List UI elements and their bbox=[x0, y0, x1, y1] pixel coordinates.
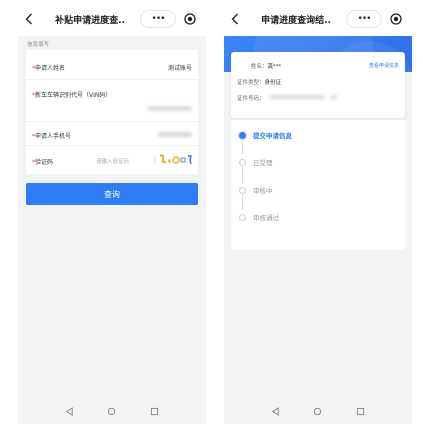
id-number-key: 证件号码： bbox=[237, 96, 265, 102]
right-phone-screen: 申请进度查询结.. ••• 姓名：龚*** 查看申请信息 证件类型：身份证 证件… bbox=[224, 2, 412, 424]
nav-back-icon[interactable] bbox=[271, 406, 280, 416]
nav-recents-icon[interactable] bbox=[356, 407, 365, 416]
id-type-key: 证件类型： bbox=[237, 80, 265, 86]
close-target-icon[interactable] bbox=[386, 9, 406, 29]
progress-timeline: 提交申请信息 已受理 审核中 审核通过 bbox=[231, 120, 405, 250]
step-label: 审核通过 bbox=[253, 214, 279, 222]
nav-recents-icon[interactable] bbox=[150, 407, 159, 416]
nav-home-icon[interactable] bbox=[313, 407, 322, 416]
id-number-row: 证件号码： bbox=[237, 94, 265, 102]
step-accepted: 已受理 bbox=[239, 157, 273, 167]
page-title: 申请进度查询结.. bbox=[261, 15, 331, 26]
timeline-connector bbox=[242, 165, 243, 183]
id-type-value: 身份证 bbox=[264, 80, 282, 86]
step-approved: 审核通过 bbox=[239, 212, 279, 222]
captcha-input[interactable]: 请输入验证码 bbox=[96, 157, 129, 165]
applicant-name-value: 测试账号 bbox=[167, 65, 192, 72]
id-number-masked-tail bbox=[331, 95, 337, 99]
more-menu-button[interactable]: ••• bbox=[140, 10, 176, 28]
step-dot bbox=[239, 131, 246, 139]
android-nav-bar bbox=[18, 398, 206, 424]
vin-row[interactable]: *新车车辆识别代号（VIN码） bbox=[26, 80, 198, 122]
applicant-name-label: 申请人姓名 bbox=[35, 65, 66, 72]
step-dot bbox=[239, 213, 246, 221]
captcha-glyphs-icon bbox=[154, 154, 192, 165]
vin-label: 新车车辆识别代号（VIN码） bbox=[35, 92, 112, 99]
name-row: 姓名：龚*** bbox=[251, 62, 281, 70]
phone-value-masked bbox=[158, 132, 192, 137]
view-application-link[interactable]: 查看申请信息 bbox=[369, 62, 399, 69]
application-form: *申请人姓名 测试账号 *新车车辆识别代号（VIN码） *申请人手机号 *验证码… bbox=[26, 50, 198, 174]
vin-value-masked bbox=[148, 106, 192, 111]
step-label: 提交申请信息 bbox=[253, 132, 292, 140]
captcha-label: 验证码 bbox=[35, 159, 54, 166]
timeline-connector bbox=[242, 193, 243, 210]
step-submitted: 提交申请信息 bbox=[239, 130, 292, 140]
query-button[interactable]: 查询 bbox=[26, 183, 198, 205]
back-arrow-icon[interactable] bbox=[18, 2, 40, 36]
left-header: 补贴申请进度查.. ••• bbox=[18, 2, 206, 36]
back-arrow-icon[interactable] bbox=[224, 2, 246, 36]
more-menu-button[interactable]: ••• bbox=[346, 10, 382, 28]
name-key: 姓名： bbox=[251, 64, 268, 70]
id-number-masked bbox=[269, 95, 325, 99]
timeline-connector bbox=[242, 138, 243, 155]
phone-row[interactable]: *申请人手机号 bbox=[26, 122, 198, 146]
step-label: 审核中 bbox=[253, 187, 273, 195]
nav-home-icon[interactable] bbox=[107, 407, 116, 416]
section-label: 信息填写 bbox=[27, 42, 50, 48]
step-dot bbox=[239, 186, 246, 194]
phone-label: 申请人手机号 bbox=[35, 133, 72, 140]
right-header: 申请进度查询结.. ••• bbox=[224, 2, 412, 36]
applicant-name-row[interactable]: *申请人姓名 测试账号 bbox=[26, 50, 198, 80]
captcha-image[interactable] bbox=[154, 153, 194, 167]
applicant-info-card: 姓名：龚*** 查看申请信息 证件类型：身份证 证件号码： bbox=[231, 52, 405, 118]
name-value: 龚*** bbox=[267, 64, 282, 70]
close-target-icon[interactable] bbox=[180, 9, 200, 29]
step-reviewing: 审核中 bbox=[239, 185, 273, 195]
step-dot bbox=[239, 158, 246, 166]
id-type-row: 证件类型：身份证 bbox=[237, 78, 281, 86]
step-label: 已受理 bbox=[253, 159, 273, 167]
android-nav-bar bbox=[224, 398, 412, 424]
page-title: 补贴申请进度查.. bbox=[55, 15, 125, 26]
nav-back-icon[interactable] bbox=[65, 406, 74, 416]
left-phone-screen: 补贴申请进度查.. ••• 信息填写 *申请人姓名 测试账号 *新车车辆识别代号… bbox=[18, 2, 206, 424]
captcha-row: *验证码 请输入验证码 bbox=[26, 146, 198, 174]
